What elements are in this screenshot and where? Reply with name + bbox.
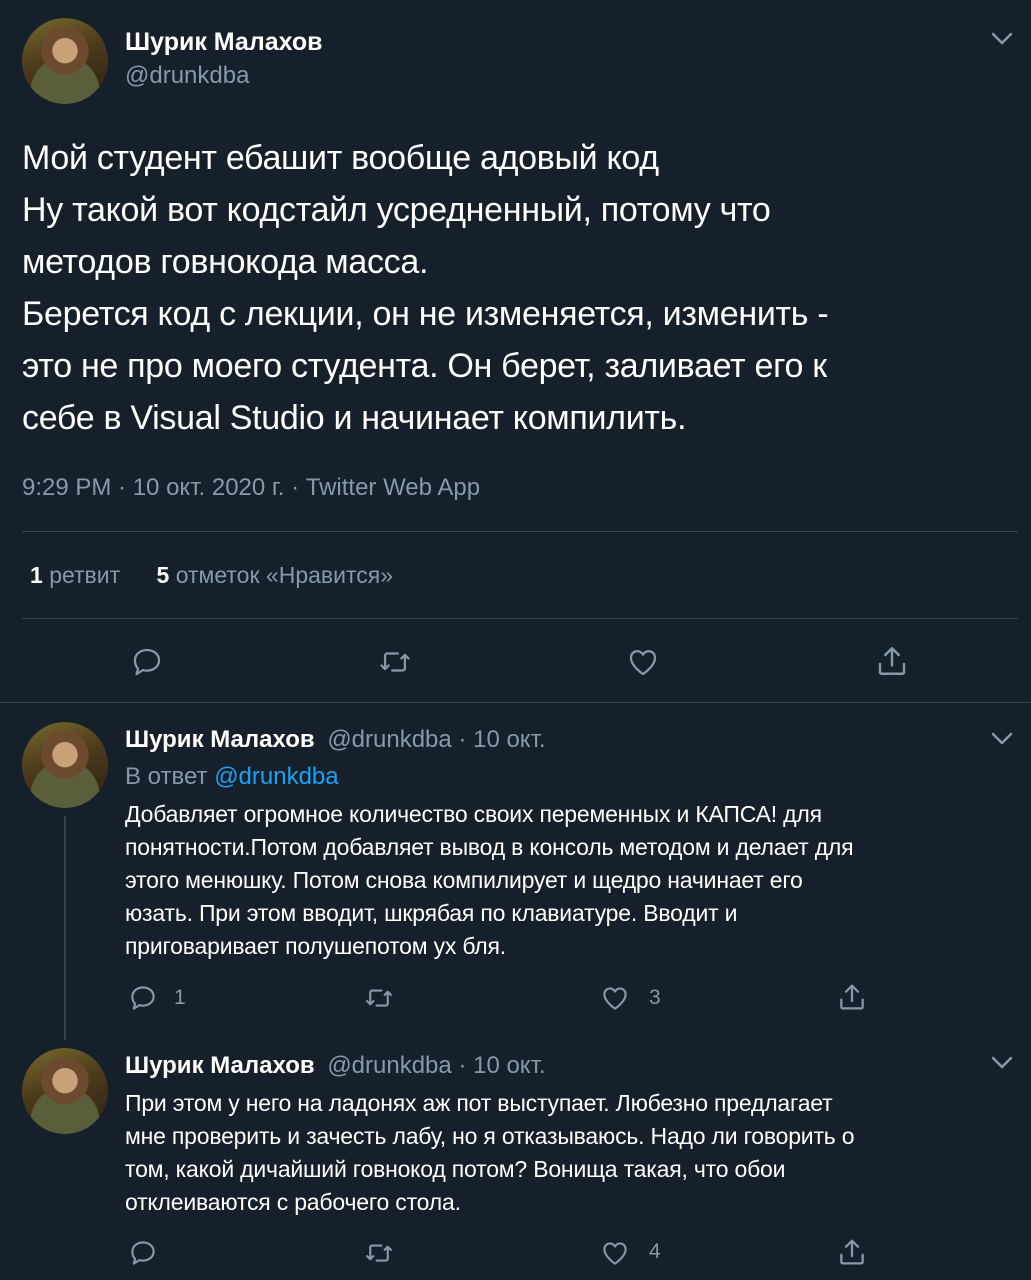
- reply-header: Шурик Малахов @drunkdba · 10 окт.: [125, 726, 546, 754]
- tweet-text-line: отклеиваются с рабочего стола.: [125, 1189, 461, 1215]
- reply-icon[interactable]: [128, 1238, 158, 1268]
- tweet-text-line: методов говнокода масса.: [22, 243, 429, 281]
- tweet-text-line: том, какой дичайший говнокод потом? Вони…: [125, 1156, 786, 1182]
- avatar[interactable]: [22, 722, 108, 808]
- chevron-down-icon[interactable]: [990, 730, 1014, 748]
- reply-to-prefix: В ответ: [125, 763, 208, 790]
- tweet-meta[interactable]: 9:29 PM · 10 окт. 2020 г. · Twitter Web …: [22, 474, 480, 502]
- tweet-date[interactable]: · 10 окт.: [458, 726, 545, 753]
- divider: [0, 702, 1031, 703]
- divider: [22, 531, 1018, 532]
- tweet-text-line: Мой студент ебашит вообще адовый код: [22, 139, 659, 177]
- chevron-down-icon[interactable]: [990, 30, 1014, 48]
- tweet-text: Мой студент ебашит вообще адовый код Ну …: [22, 132, 1012, 444]
- reply-header: Шурик Малахов @drunkdba · 10 окт.: [125, 1052, 546, 1080]
- tweet-text-line: Ну такой вот кодстайл усредненный, потом…: [22, 191, 771, 229]
- tweet-text-line: это не про моего студента. Он берет, зал…: [22, 347, 827, 385]
- reply-to-handle[interactable]: @drunkdba: [214, 763, 338, 790]
- reply-count: 1: [174, 986, 186, 1009]
- author-handle[interactable]: @drunkdba: [327, 726, 451, 753]
- retweet-count: 1: [30, 562, 43, 588]
- tweet-text-line: Берется код с лекции, он не изменяется, …: [22, 295, 829, 333]
- retweet-icon[interactable]: [377, 645, 413, 679]
- like-icon[interactable]: [599, 1238, 631, 1268]
- avatar[interactable]: [22, 18, 108, 104]
- retweet-label: ретвит: [49, 562, 121, 588]
- tweet-stats: 1 ретвит 5 отметок «Нравится»: [30, 562, 393, 589]
- tweet-text: При этом у него на ладонях аж пот выступ…: [125, 1087, 1020, 1219]
- author-name[interactable]: Шурик Малахов: [125, 28, 323, 57]
- avatar[interactable]: [22, 1048, 108, 1134]
- chevron-down-icon[interactable]: [990, 1054, 1014, 1072]
- author-name[interactable]: Шурик Малахов: [125, 1052, 315, 1079]
- author-name[interactable]: Шурик Малахов: [125, 726, 315, 753]
- author-handle[interactable]: @drunkdba: [125, 62, 249, 90]
- like-count: 4: [649, 1240, 661, 1263]
- divider: [22, 618, 1018, 619]
- retweet-icon[interactable]: [363, 983, 395, 1013]
- share-icon[interactable]: [836, 981, 868, 1013]
- reply-icon[interactable]: [130, 645, 164, 679]
- tweet-text-line: Добавляет огромное количество своих пере…: [125, 801, 822, 827]
- likes-stat[interactable]: 5 отметок «Нравится»: [157, 562, 393, 588]
- reply-icon[interactable]: [128, 983, 158, 1013]
- tweet-text-line: приговаривает полушепотом ух бля.: [125, 933, 506, 959]
- tweet-text-line: мне проверить и зачесть лабу, но я отказ…: [125, 1123, 855, 1149]
- like-icon[interactable]: [625, 645, 661, 679]
- like-count: 5: [156, 562, 170, 588]
- retweets-stat[interactable]: 1 ретвит: [30, 562, 127, 588]
- tweet-text: Добавляет огромное количество своих пере…: [125, 798, 1020, 963]
- reply-to: В ответ @drunkdba: [125, 763, 339, 791]
- tweet-date[interactable]: · 10 окт.: [458, 1052, 545, 1079]
- share-icon[interactable]: [836, 1236, 868, 1268]
- tweet-text-line: этого менюшку. Потом снова компилирует и…: [125, 867, 803, 893]
- tweet-text-line: себе в Visual Studio и начинает компилит…: [22, 399, 687, 437]
- thread-line: [64, 816, 66, 1040]
- author-handle[interactable]: @drunkdba: [327, 1052, 451, 1079]
- tweet-text-line: понятности.Потом добавляет вывод в консо…: [125, 834, 854, 860]
- share-icon[interactable]: [874, 643, 910, 679]
- tweet-text-line: При этом у него на ладонях аж пот выступ…: [125, 1090, 833, 1116]
- tweet-text-line: юзать. При этом вводит, шкрябая по клави…: [125, 900, 738, 926]
- like-icon[interactable]: [599, 983, 631, 1013]
- like-count: 3: [649, 986, 661, 1009]
- like-label: отметок «Нравится»: [175, 562, 393, 588]
- retweet-icon[interactable]: [363, 1238, 395, 1268]
